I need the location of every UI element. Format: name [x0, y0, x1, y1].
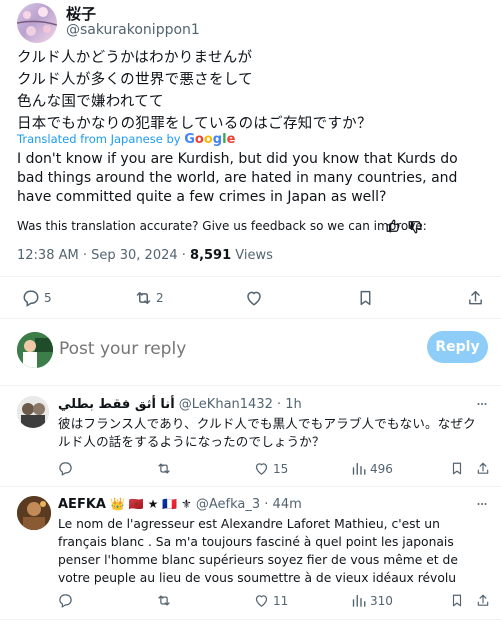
bookmark-icon[interactable] — [357, 289, 374, 307]
views-icon[interactable] — [351, 461, 366, 476]
user-avatar-image — [17, 332, 53, 368]
views-icon[interactable] — [351, 593, 366, 608]
user-avatar[interactable] — [17, 332, 53, 368]
repost-count: 2 — [156, 291, 164, 305]
reply-name-badges: 👑 🇲🇦 ★ 🇫🇷 ⚜ — [110, 497, 192, 511]
more-options-icon[interactable] — [475, 498, 489, 510]
original-line: 色んな国で嫌われてて — [17, 94, 164, 110]
thumbs-up-icon[interactable] — [386, 219, 400, 233]
original-line: 日本でもかなりの犯罪をしているのはご存知ですか？ — [17, 116, 372, 132]
translated-from-label: Translated from Japanese by — [17, 132, 181, 146]
repost-icon[interactable] — [134, 289, 153, 307]
reply-age[interactable]: · 44m — [264, 497, 301, 512]
reply-count: 5 — [44, 291, 52, 305]
google-wordmark: Google — [184, 132, 235, 147]
like-icon[interactable] — [254, 593, 269, 608]
reply-handle[interactable]: @LeKhan1432 — [179, 397, 273, 412]
reply-input[interactable] — [59, 336, 409, 362]
google-letter: o — [203, 132, 213, 147]
cherry-blossom-image — [17, 7, 57, 36]
google-letter: e — [226, 132, 236, 147]
reply-icon[interactable] — [58, 461, 73, 476]
like-count: 11 — [273, 594, 289, 608]
divider — [0, 619, 501, 620]
reply-avatar-image — [17, 496, 51, 530]
like-count: 15 — [273, 462, 289, 476]
reply-text: 彼はフランス人であり、クルド人でも黒人でもアラブ人でもない。なぜクルド人の話をす… — [58, 416, 476, 449]
reply-age[interactable]: · 1h — [277, 397, 302, 412]
reply-icon[interactable] — [22, 289, 40, 307]
reply-text: Le nom de l'agresseur est Alexandre Lafo… — [58, 517, 458, 585]
bookmark-icon[interactable] — [450, 461, 464, 476]
author-handle[interactable]: @sakurakonippon1 — [66, 22, 200, 38]
bookmark-icon[interactable] — [450, 593, 464, 608]
share-icon[interactable] — [476, 593, 490, 608]
divider — [0, 276, 501, 277]
share-icon[interactable] — [467, 289, 484, 307]
divider — [0, 385, 501, 386]
translation-attribution[interactable]: Translated from Japanese by Google — [17, 132, 235, 147]
share-icon[interactable] — [476, 461, 490, 476]
repost-icon[interactable] — [156, 593, 172, 608]
google-letter: g — [212, 132, 223, 147]
divider — [0, 486, 501, 487]
reply-header: AEFKA 👑 🇲🇦 ★ 🇫🇷 ⚜ @Aefka_3 · 44m — [58, 497, 302, 512]
translation-feedback-prompt: Was this translation accurate? Give us f… — [17, 219, 427, 233]
reply-avatar[interactable] — [17, 496, 51, 530]
views-count: 496 — [370, 462, 393, 476]
reply-button[interactable]: Reply — [427, 331, 488, 363]
timestamp[interactable]: 12:38 AM · Sep 30, 2024 · — [17, 248, 190, 263]
reply-display-name[interactable]: AEFKA — [58, 497, 106, 512]
more-options-icon[interactable] — [475, 398, 489, 410]
tweet-meta: 12:38 AM · Sep 30, 2024 · 8,591 Views — [17, 248, 273, 263]
author-display-name[interactable]: 桜子 — [66, 3, 96, 24]
google-letter: o — [194, 132, 204, 147]
like-icon[interactable] — [245, 289, 263, 307]
reply-handle[interactable]: @Aefka_3 — [196, 497, 260, 512]
views-count: 310 — [370, 594, 393, 608]
divider — [0, 318, 501, 319]
google-logo: Google — [184, 132, 235, 147]
thumbs-down-icon[interactable] — [408, 220, 422, 234]
original-line: クルド人かどうかはわかりませんが — [17, 50, 253, 66]
repost-icon[interactable] — [156, 461, 172, 476]
views-label: Views — [231, 248, 273, 263]
reply-avatar-image — [17, 396, 49, 428]
original-line: クルド人が多くの世界で悪さをして — [17, 72, 253, 88]
reply-icon[interactable] — [58, 593, 73, 608]
translated-text: I don't know if you are Kurdish, but did… — [17, 151, 458, 205]
reply-display-name[interactable]: أنا أثق فقط بطلي — [58, 397, 175, 412]
views-count: 8,591 — [190, 248, 232, 263]
reply-header: أنا أثق فقط بطلي @LeKhan1432 · 1h — [58, 397, 302, 412]
like-icon[interactable] — [254, 461, 269, 476]
original-text: クルド人かどうかはわかりませんが クルド人が多くの世界で悪さをして 色んな国で嫌… — [17, 48, 487, 134]
author-avatar[interactable] — [17, 3, 57, 43]
google-letter: G — [184, 132, 195, 147]
reply-avatar[interactable] — [17, 396, 49, 428]
